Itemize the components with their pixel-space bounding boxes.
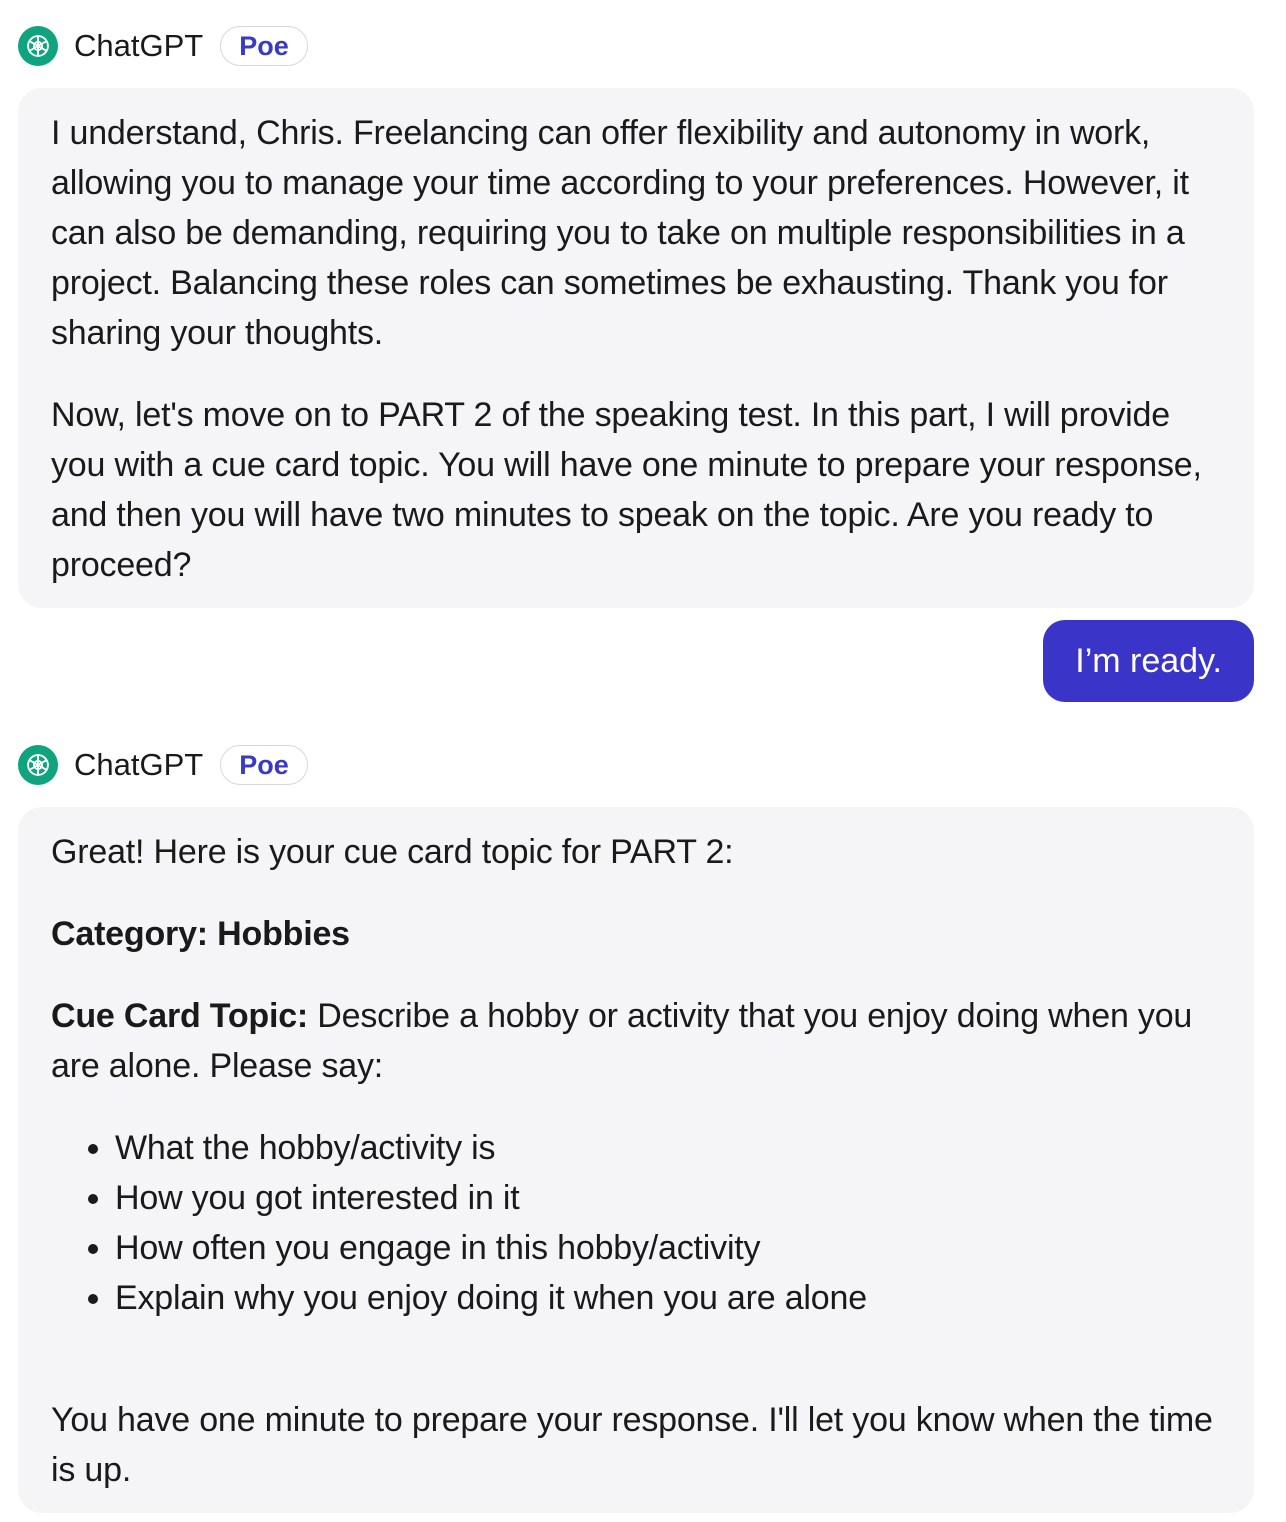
list-item: How you got interested in it bbox=[115, 1173, 1221, 1223]
bot-name[interactable]: ChatGPT bbox=[74, 747, 203, 783]
user-message-bubble: I’m ready. bbox=[1043, 620, 1254, 702]
user-message-text: I’m ready. bbox=[1075, 641, 1222, 680]
list-item: What the hobby/activity is bbox=[115, 1123, 1221, 1173]
poe-badge[interactable]: Poe bbox=[220, 26, 308, 66]
openai-logo-icon[interactable] bbox=[18, 745, 58, 785]
bot-name[interactable]: ChatGPT bbox=[74, 28, 203, 64]
cue-card-label: Cue Card Topic: bbox=[51, 997, 309, 1035]
list-item: How often you engage in this hobby/activ… bbox=[115, 1223, 1221, 1273]
bot-message-bubble: Great! Here is your cue card topic for P… bbox=[18, 807, 1254, 1513]
poe-badge[interactable]: Poe bbox=[220, 745, 308, 785]
prompt-list: What the hobby/activity is How you got i… bbox=[51, 1123, 1221, 1323]
bot-message-bubble: I understand, Chris. Freelancing can off… bbox=[18, 88, 1254, 608]
category-heading: Category: Hobbies bbox=[51, 915, 350, 953]
message-paragraph: I understand, Chris. Freelancing can off… bbox=[51, 114, 1189, 352]
openai-logo-icon[interactable] bbox=[18, 26, 58, 66]
bot-header: ChatGPT Poe bbox=[18, 743, 308, 787]
bot-header: ChatGPT Poe bbox=[18, 24, 308, 68]
message-paragraph: Now, let's move on to PART 2 of the spea… bbox=[51, 396, 1202, 584]
cue-card-topic: Cue Card Topic: Describe a hobby or acti… bbox=[51, 991, 1221, 1091]
message-intro: Great! Here is your cue card topic for P… bbox=[51, 833, 734, 871]
message-closing: You have one minute to prepare your resp… bbox=[51, 1401, 1213, 1489]
list-item: Explain why you enjoy doing it when you … bbox=[115, 1273, 1221, 1323]
